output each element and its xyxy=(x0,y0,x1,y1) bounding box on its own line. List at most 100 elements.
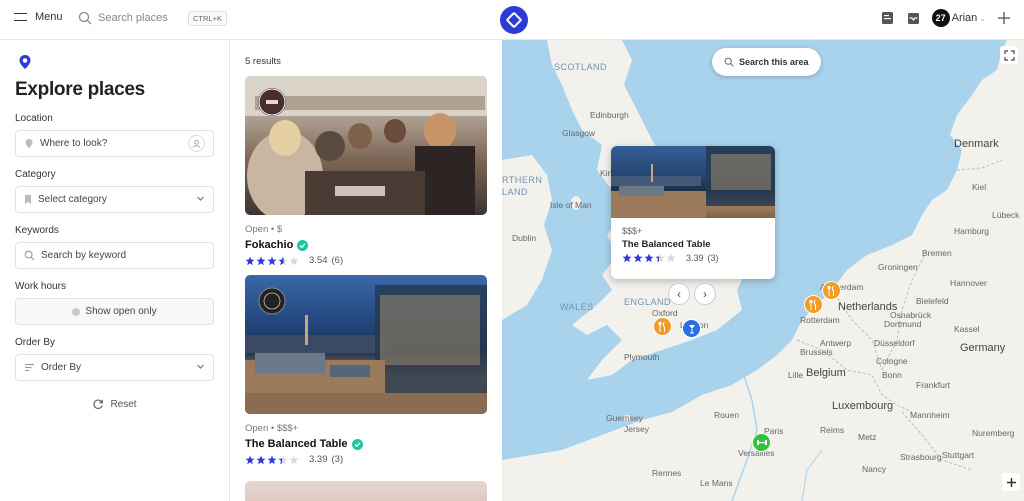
next-arrow-icon[interactable]: › xyxy=(694,283,716,305)
location-input[interactable]: Where to look? xyxy=(15,130,214,157)
order-by-value: Order By xyxy=(41,362,82,373)
reset-button[interactable]: Reset xyxy=(15,398,214,410)
map-label: Rotterdam xyxy=(800,315,840,325)
place-photo[interactable] xyxy=(245,481,487,501)
search-icon xyxy=(78,11,92,25)
restaurant-logo xyxy=(258,88,286,116)
rating-value: 3.54 xyxy=(309,255,328,266)
map-label: Edinburgh xyxy=(590,110,629,120)
place-title[interactable]: The Balanced Table xyxy=(245,438,348,450)
category-label: Category xyxy=(15,169,56,180)
map-label: Lübeck xyxy=(992,210,1020,220)
star-rating-icon xyxy=(622,253,677,263)
fullscreen-icon[interactable] xyxy=(1000,46,1018,64)
chevron-down-icon: ⌄ xyxy=(979,13,986,23)
search-placeholder: Search places xyxy=(98,12,168,24)
top-bar: Menu Search places CTRL+K 27 Arian ⌄ xyxy=(0,0,1024,40)
map-label: RTHERN LAND xyxy=(502,175,543,197)
map-label: Plymouth xyxy=(624,352,660,362)
map-label: Mannheim xyxy=(910,410,950,420)
bar-marker-icon[interactable] xyxy=(682,319,701,338)
previous-arrow-icon[interactable]: ‹ xyxy=(668,283,690,305)
review-count: (3) xyxy=(707,253,719,263)
map-label: Guernsey xyxy=(606,413,643,423)
verified-icon xyxy=(297,239,309,251)
user-menu[interactable]: 27 Arian ⌄ xyxy=(931,9,986,27)
rating-value: 3.39 xyxy=(686,253,704,263)
restaurant-marker-icon[interactable] xyxy=(653,317,672,336)
geolocate-icon[interactable] xyxy=(188,135,205,152)
fitness-marker-icon[interactable] xyxy=(752,433,771,452)
search-this-area-button[interactable]: Search this area xyxy=(712,48,821,76)
map-label: Strasbourg xyxy=(900,452,942,462)
global-search[interactable]: Search places xyxy=(78,11,168,25)
document-icon[interactable] xyxy=(880,10,896,26)
map-label: Netherlands xyxy=(838,301,898,313)
map-label: Brussels xyxy=(800,347,833,357)
place-card[interactable]: Open • $$$+ The Balanced Table 3.39 (3) xyxy=(245,275,488,465)
logo-diamond-icon xyxy=(505,11,523,29)
avatar: 27 xyxy=(931,9,950,27)
map-label: Le Mans xyxy=(700,478,733,488)
add-icon[interactable] xyxy=(996,10,1012,26)
menu-button[interactable]: Menu xyxy=(14,11,63,23)
filter-panel: Explore places Location Where to look? C… xyxy=(0,40,230,501)
work-hours-label: Work hours xyxy=(15,281,66,292)
map[interactable]: SCOTLAND Edinburgh Glasgow RTHERN LAND K… xyxy=(502,40,1024,501)
map-label: Bielefeld xyxy=(916,296,949,306)
map-label: Frankfurt xyxy=(916,380,951,390)
star-rating-icon xyxy=(245,256,300,266)
results-list: 5 results Open • $ Fokachio 3.54 (6) Ope… xyxy=(231,40,502,501)
map-label: Rouen xyxy=(714,410,740,420)
category-value: Select category xyxy=(38,194,107,205)
location-placeholder: Where to look? xyxy=(40,138,108,149)
map-label: Stuttgart xyxy=(942,450,975,460)
popup-rating: 3.39 (3) xyxy=(622,253,764,263)
bookmark-icon xyxy=(24,194,32,205)
search-icon xyxy=(724,57,734,67)
keywords-label: Keywords xyxy=(15,225,59,236)
inbox-icon[interactable] xyxy=(906,10,922,26)
sort-icon xyxy=(24,363,35,372)
show-open-only-label: Show open only xyxy=(85,306,157,317)
map-label: Kiel xyxy=(972,182,987,192)
verified-icon xyxy=(351,438,363,450)
map-label: Reims xyxy=(820,425,845,435)
logo[interactable] xyxy=(500,6,528,34)
zoom-in-icon[interactable] xyxy=(1002,473,1020,491)
map-label: Belgium xyxy=(806,367,846,379)
map-label: Bremen xyxy=(922,248,952,258)
map-label: Hamburg xyxy=(954,226,989,236)
map-label: Hannover xyxy=(950,278,987,288)
place-card[interactable]: Open • $ Fokachio 3.54 (6) xyxy=(245,76,488,266)
map-pin-icon xyxy=(24,138,34,149)
keyword-input[interactable]: Search by keyword xyxy=(15,242,214,269)
show-open-only-button[interactable]: Show open only xyxy=(15,298,214,325)
map-label: Metz xyxy=(858,432,877,442)
search-icon xyxy=(24,250,35,261)
restaurant-logo xyxy=(258,287,286,315)
restaurant-marker-icon[interactable] xyxy=(804,295,823,314)
location-label: Location xyxy=(15,113,53,124)
map-label: Glasgow xyxy=(562,128,596,138)
order-by-select[interactable]: Order By xyxy=(15,354,214,381)
hamburger-icon xyxy=(14,12,27,22)
place-photo xyxy=(245,275,487,414)
category-select[interactable]: Select category xyxy=(15,186,214,213)
place-title[interactable]: Fokachio xyxy=(245,239,293,251)
map-label: Düsseldorf xyxy=(874,338,915,348)
map-popup-card[interactable]: $$$+ The Balanced Table 3.39 (3) xyxy=(611,146,775,279)
location-pin-icon xyxy=(19,55,31,69)
restaurant-marker-icon[interactable] xyxy=(822,281,841,300)
user-name: Arian xyxy=(951,12,978,24)
star-rating-icon xyxy=(245,455,300,465)
map-label: Cologne xyxy=(876,356,908,366)
popup-title[interactable]: The Balanced Table xyxy=(622,239,764,250)
popup-price: $$$+ xyxy=(622,226,643,236)
page-title: Explore places xyxy=(15,79,145,100)
map-label: Isle of Man xyxy=(550,200,592,210)
place-rating: 3.39 (3) xyxy=(245,454,488,465)
review-count: (3) xyxy=(331,454,344,465)
order-by-label: Order By xyxy=(15,337,56,348)
popup-photo xyxy=(611,146,775,218)
